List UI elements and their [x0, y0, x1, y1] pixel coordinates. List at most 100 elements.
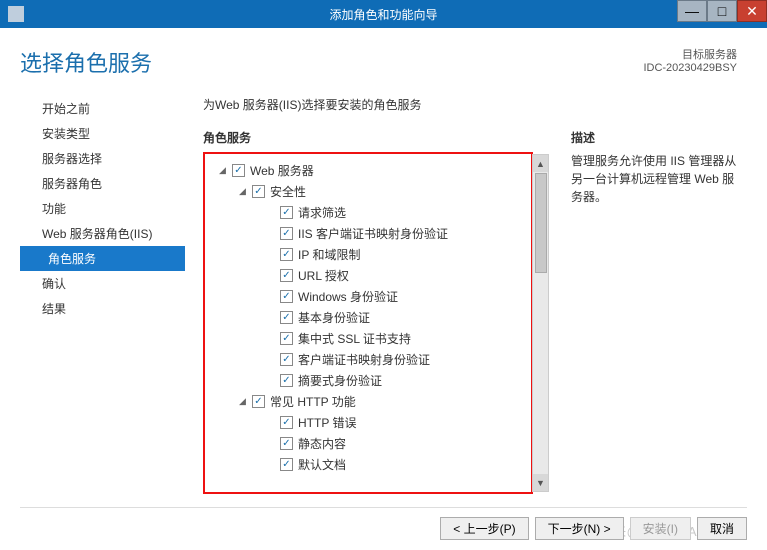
- checkbox[interactable]: [280, 332, 293, 345]
- scroll-up-icon[interactable]: ▲: [533, 155, 548, 172]
- tree-node[interactable]: 集中式 SSL 证书支持: [209, 328, 527, 349]
- instruction-text: 为Web 服务器(IIS)选择要安装的角色服务: [203, 96, 747, 113]
- main-panel: 为Web 服务器(IIS)选择要安装的角色服务 角色服务 ◢Web 服务器◢安全…: [185, 88, 747, 494]
- window-controls: — □ ✕: [677, 0, 767, 22]
- role-tree[interactable]: ◢Web 服务器◢安全性请求筛选IIS 客户端证书映射身份验证IP 和域限制UR…: [205, 154, 531, 492]
- checkbox[interactable]: [280, 311, 293, 324]
- expand-icon: [265, 417, 276, 428]
- role-services-panel: 角色服务 ◢Web 服务器◢安全性请求筛选IIS 客户端证书映射身份验证IP 和…: [203, 129, 533, 494]
- description-text: 管理服务允许使用 IIS 管理器从另一台计算机远程管理 Web 服务器。: [571, 152, 741, 206]
- target-server-info: 目标服务器 IDC-20230429BSY: [643, 46, 737, 74]
- wizard-nav: 开始之前安装类型服务器选择服务器角色功能Web 服务器角色(IIS)角色服务确认…: [20, 88, 185, 494]
- previous-button[interactable]: < 上一步(P): [440, 517, 528, 540]
- tree-container: ◢Web 服务器◢安全性请求筛选IIS 客户端证书映射身份验证IP 和域限制UR…: [203, 152, 533, 494]
- nav-item[interactable]: Web 服务器角色(IIS): [20, 221, 185, 246]
- install-button: 安装(I): [630, 517, 691, 540]
- checkbox[interactable]: [280, 227, 293, 240]
- expand-icon[interactable]: ◢: [217, 165, 228, 176]
- checkbox[interactable]: [280, 458, 293, 471]
- expand-icon: [265, 249, 276, 260]
- cancel-button[interactable]: 取消: [697, 517, 747, 540]
- tree-node[interactable]: Windows 身份验证: [209, 286, 527, 307]
- tree-node-label: HTTP 错误: [298, 414, 356, 431]
- tree-node-label: 摘要式身份验证: [298, 372, 382, 389]
- checkbox[interactable]: [280, 248, 293, 261]
- nav-item[interactable]: 安装类型: [20, 121, 185, 146]
- checkbox[interactable]: [280, 353, 293, 366]
- checkbox[interactable]: [252, 395, 265, 408]
- content-area: 开始之前安装类型服务器选择服务器角色功能Web 服务器角色(IIS)角色服务确认…: [0, 88, 767, 494]
- tree-node-label: IIS 客户端证书映射身份验证: [298, 225, 448, 242]
- wizard-footer: < 上一步(P) 下一步(N) > 安装(I) 取消: [440, 517, 747, 540]
- checkbox[interactable]: [252, 185, 265, 198]
- expand-icon: [265, 270, 276, 281]
- expand-icon: [265, 291, 276, 302]
- expand-icon[interactable]: ◢: [237, 186, 248, 197]
- nav-item[interactable]: 服务器角色: [20, 171, 185, 196]
- tree-node-label: 集中式 SSL 证书支持: [298, 330, 411, 347]
- tree-node[interactable]: HTTP 错误: [209, 412, 527, 433]
- tree-node[interactable]: 静态内容: [209, 433, 527, 454]
- tree-node[interactable]: 请求筛选: [209, 202, 527, 223]
- tree-node-label: 静态内容: [298, 435, 346, 452]
- maximize-button[interactable]: □: [707, 0, 737, 22]
- tree-node-label: URL 授权: [298, 267, 349, 284]
- desc-panel-header: 描述: [571, 129, 741, 146]
- footer-separator: [20, 507, 747, 508]
- description-panel: 描述 管理服务允许使用 IIS 管理器从另一台计算机远程管理 Web 服务器。: [571, 129, 741, 494]
- expand-icon[interactable]: ◢: [237, 396, 248, 407]
- tree-node[interactable]: 基本身份验证: [209, 307, 527, 328]
- tree-node[interactable]: IIS 客户端证书映射身份验证: [209, 223, 527, 244]
- tree-node-label: 默认文档: [298, 456, 346, 473]
- scroll-thumb[interactable]: [535, 173, 547, 273]
- target-value: IDC-20230429BSY: [643, 62, 737, 74]
- nav-item[interactable]: 角色服务: [20, 246, 185, 271]
- tree-node[interactable]: ◢ 安全性: [209, 181, 527, 202]
- checkbox[interactable]: [280, 269, 293, 282]
- expand-icon: [265, 459, 276, 470]
- checkbox[interactable]: [280, 206, 293, 219]
- expand-icon: [265, 333, 276, 344]
- target-label: 目标服务器: [643, 46, 737, 62]
- scrollbar[interactable]: ▲ ▼: [532, 154, 549, 492]
- tree-node[interactable]: 客户端证书映射身份验证: [209, 349, 527, 370]
- tree-panel-header: 角色服务: [203, 129, 533, 146]
- titlebar: 添加角色和功能向导 — □ ✕: [0, 0, 767, 28]
- nav-item[interactable]: 服务器选择: [20, 146, 185, 171]
- checkbox[interactable]: [280, 374, 293, 387]
- checkbox[interactable]: [280, 416, 293, 429]
- app-icon: [8, 6, 24, 22]
- scroll-down-icon[interactable]: ▼: [533, 474, 548, 491]
- tree-node-label: 客户端证书映射身份验证: [298, 351, 430, 368]
- expand-icon: [265, 228, 276, 239]
- page-title: 选择角色服务: [20, 46, 152, 78]
- tree-node-label: 常见 HTTP 功能: [270, 393, 356, 410]
- tree-node[interactable]: 摘要式身份验证: [209, 370, 527, 391]
- checkbox[interactable]: [232, 164, 245, 177]
- close-button[interactable]: ✕: [737, 0, 767, 22]
- expand-icon: [265, 438, 276, 449]
- tree-node-label: Windows 身份验证: [298, 288, 398, 305]
- expand-icon: [265, 354, 276, 365]
- expand-icon: [265, 207, 276, 218]
- tree-node-label: 请求筛选: [298, 204, 346, 221]
- nav-item[interactable]: 开始之前: [20, 96, 185, 121]
- checkbox[interactable]: [280, 437, 293, 450]
- tree-node[interactable]: IP 和域限制: [209, 244, 527, 265]
- nav-item[interactable]: 功能: [20, 196, 185, 221]
- nav-item[interactable]: 结果: [20, 296, 185, 321]
- tree-node[interactable]: 默认文档: [209, 454, 527, 475]
- tree-node[interactable]: URL 授权: [209, 265, 527, 286]
- page-header: 选择角色服务 目标服务器 IDC-20230429BSY: [0, 28, 767, 88]
- checkbox[interactable]: [280, 290, 293, 303]
- tree-node[interactable]: ◢Web 服务器: [209, 160, 527, 181]
- tree-node[interactable]: ◢ 常见 HTTP 功能: [209, 391, 527, 412]
- panels: 角色服务 ◢Web 服务器◢安全性请求筛选IIS 客户端证书映射身份验证IP 和…: [203, 129, 747, 494]
- expand-icon: [265, 375, 276, 386]
- window-title: 添加角色和功能向导: [329, 6, 437, 23]
- nav-item[interactable]: 确认: [20, 271, 185, 296]
- tree-node-label: IP 和域限制: [298, 246, 360, 263]
- tree-node-label: 安全性: [270, 183, 306, 200]
- minimize-button[interactable]: —: [677, 0, 707, 22]
- next-button[interactable]: 下一步(N) >: [535, 517, 624, 540]
